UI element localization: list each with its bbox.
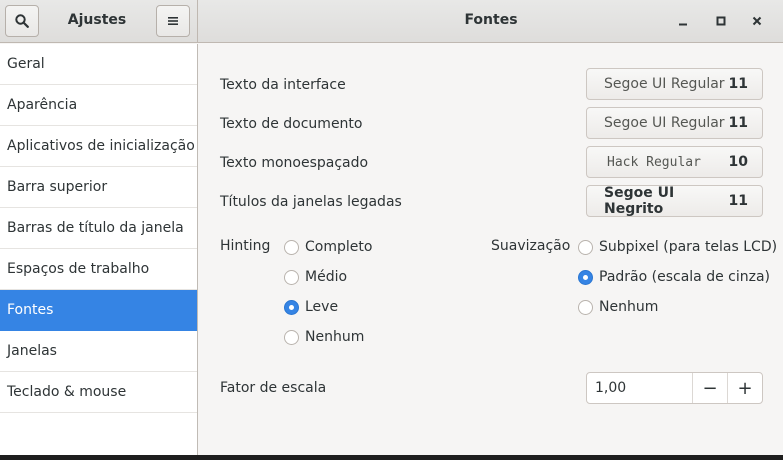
sidebar-item-aparencia[interactable]: Aparência xyxy=(0,85,197,126)
interface-font-name: Segoe UI Regular xyxy=(604,76,725,92)
decrement-button[interactable]: − xyxy=(692,373,727,403)
hinting-option-leve[interactable]: Leve xyxy=(284,299,338,315)
interface-font-button[interactable]: Segoe UI Regular 11 xyxy=(586,68,763,100)
tweaks-window: Ajustes Fontes Geral Aparência Aplicativ… xyxy=(0,0,783,455)
maximize-icon xyxy=(716,16,726,26)
antialiasing-option-label: Nenhum xyxy=(599,299,659,315)
sidebar: Geral Aparência Aplicativos de inicializ… xyxy=(0,44,198,455)
scaling-factor-spinbutton: 1,00 − + xyxy=(586,372,763,404)
document-font-button[interactable]: Segoe UI Regular 11 xyxy=(586,107,763,139)
menu-button[interactable] xyxy=(156,5,190,37)
antialiasing-option-subpixel[interactable]: Subpixel (para telas LCD) xyxy=(578,239,777,255)
close-icon xyxy=(752,16,762,26)
monospace-font-size: 10 xyxy=(728,154,748,170)
background-terminal-edge xyxy=(0,455,783,460)
maximize-button[interactable] xyxy=(711,11,731,31)
radio-indicator xyxy=(578,239,593,255)
antialiasing-label: Suavização xyxy=(491,238,571,254)
hinting-label: Hinting xyxy=(220,238,271,254)
hinting-option-label: Leve xyxy=(305,299,339,315)
fonts-panel: Texto da interface Segoe UI Regular 11 T… xyxy=(199,44,783,455)
radio-indicator xyxy=(284,269,299,285)
monospace-font-button[interactable]: Hack Regular 10 xyxy=(586,146,763,178)
increment-button[interactable]: + xyxy=(727,373,762,403)
header-left-pane: Ajustes xyxy=(0,0,198,43)
document-font-name: Segoe UI Regular xyxy=(604,115,725,131)
antialiasing-option-padrao[interactable]: Padrão (escala de cinza) xyxy=(578,269,770,285)
search-icon xyxy=(15,14,29,28)
sidebar-item-barras-titulo[interactable]: Barras de título da janela xyxy=(0,208,197,249)
sidebar-item-teclado-mouse[interactable]: Teclado & mouse xyxy=(0,372,197,413)
minimize-button[interactable] xyxy=(673,11,693,31)
radio-indicator-checked xyxy=(578,269,593,285)
hinting-option-label: Nenhum xyxy=(305,329,365,345)
legacy-titles-font-size: 11 xyxy=(728,193,748,209)
hinting-option-label: Completo xyxy=(305,239,373,255)
sidebar-item-janelas[interactable]: Janelas xyxy=(0,331,197,372)
scaling-factor-input[interactable]: 1,00 xyxy=(587,373,692,403)
search-button[interactable] xyxy=(5,5,39,37)
interface-font-size: 11 xyxy=(728,76,748,92)
monospace-font-label: Texto monoespaçado xyxy=(220,155,369,171)
sidebar-item-espacos-trabalho[interactable]: Espaços de trabalho xyxy=(0,249,197,290)
document-font-label: Texto de documento xyxy=(220,116,363,132)
legacy-titles-font-name: Segoe UI Negrito xyxy=(604,185,675,217)
scaling-factor-label: Fator de escala xyxy=(220,380,327,396)
hinting-option-completo[interactable]: Completo xyxy=(284,239,372,255)
sidebar-item-geral[interactable]: Geral xyxy=(0,44,197,85)
page-title: Fontes xyxy=(464,12,518,28)
document-font-size: 11 xyxy=(728,115,748,131)
antialiasing-option-nenhum[interactable]: Nenhum xyxy=(578,299,658,315)
interface-font-label: Texto da interface xyxy=(220,77,346,93)
radio-indicator xyxy=(284,329,299,345)
hinting-option-nenhum[interactable]: Nenhum xyxy=(284,329,364,345)
radio-indicator xyxy=(284,239,299,255)
sidebar-item-barra-superior[interactable]: Barra superior xyxy=(0,167,197,208)
antialiasing-option-label: Subpixel (para telas LCD) xyxy=(599,239,778,255)
radio-indicator-checked xyxy=(284,299,299,315)
sidebar-item-fontes[interactable]: Fontes xyxy=(0,290,197,331)
minimize-icon xyxy=(679,23,687,26)
antialiasing-option-label: Padrão (escala de cinza) xyxy=(599,269,770,285)
legacy-titles-font-label: Títulos da janelas legadas xyxy=(220,194,402,210)
hinting-option-medio[interactable]: Médio xyxy=(284,269,347,285)
radio-indicator xyxy=(578,299,593,315)
hinting-option-label: Médio xyxy=(305,269,348,285)
legacy-titles-font-button[interactable]: Segoe UI Negrito 11 xyxy=(586,185,763,217)
header-bar: Ajustes Fontes xyxy=(0,0,783,43)
app-title: Ajustes xyxy=(67,12,127,28)
monospace-font-name: Hack Regular xyxy=(607,154,701,170)
hamburger-menu-icon xyxy=(168,17,178,25)
close-button[interactable] xyxy=(747,11,767,31)
sidebar-item-aplicativos-inicializacao[interactable]: Aplicativos de inicialização xyxy=(0,126,197,167)
